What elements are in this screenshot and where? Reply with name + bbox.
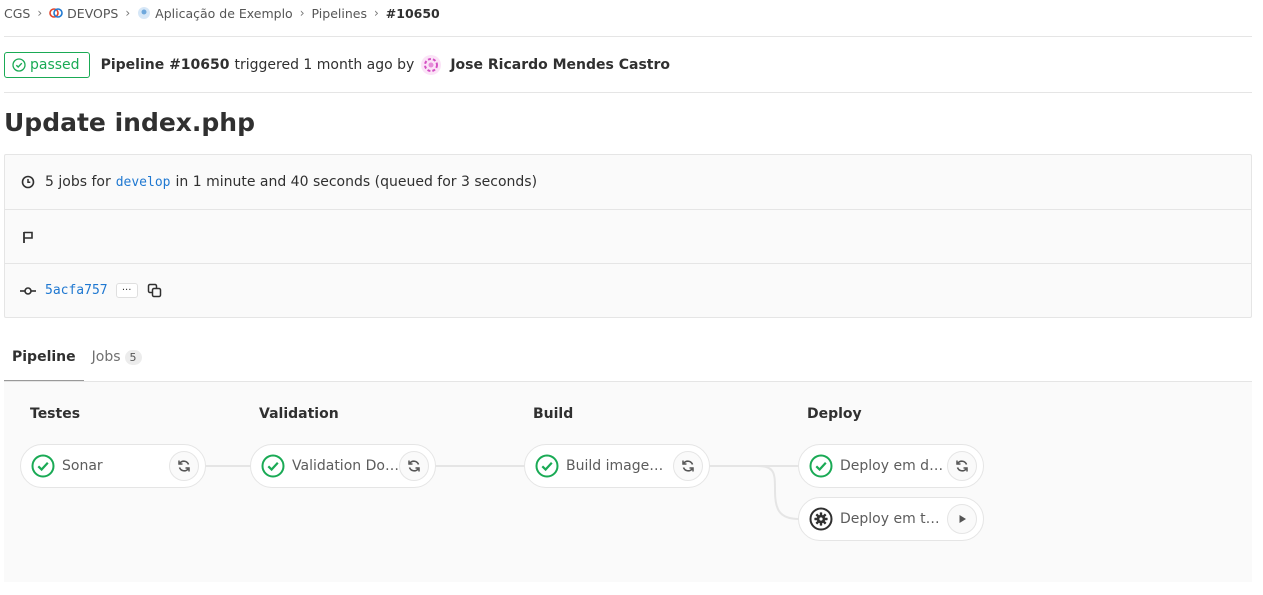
jobs-suffix: in 1 minute and 40 seconds (queued for 3… [175,174,538,190]
chevron-right-icon: › [299,6,305,20]
pipeline-info-box: 5 jobs for develop in 1 minute and 40 se… [4,154,1252,318]
status-success-icon [261,454,285,478]
status-success-icon [12,58,26,72]
flag-icon [20,229,36,245]
chevron-right-icon: › [37,6,43,20]
jobs-duration-row: 5 jobs for develop in 1 minute and 40 se… [5,155,1251,209]
devops-group-icon [49,8,63,18]
retry-icon [956,460,968,472]
status-label: passed [30,57,80,73]
retry-button[interactable] [673,451,703,481]
project-avatar-icon [138,7,151,19]
triggered-text: triggered 1 month ago by [234,57,415,73]
job-build-image[interactable]: Build imagem b... [524,444,710,488]
expand-commit-button[interactable]: ··· [115,283,138,298]
flag-row [5,209,1251,263]
job-validation-docker[interactable]: Validation Dock... [250,444,436,488]
branch-link[interactable]: develop [116,175,171,190]
copy-icon[interactable] [147,283,163,299]
stage-connector [205,465,251,467]
commit-row: 5acfa757 ··· [5,263,1251,317]
divider [4,92,1252,93]
author-link[interactable]: Jose Ricardo Mendes Castro [450,57,670,73]
retry-button[interactable] [947,451,977,481]
stage-title-build: Build [533,406,574,422]
job-sonar[interactable]: Sonar [20,444,206,488]
job-name: Validation Dock... [292,458,400,474]
breadcrumb-project-label: Aplicação de Exemplo [155,5,293,21]
pipeline-id: Pipeline #10650 [100,57,230,73]
jobs-count-badge: 5 [124,349,142,365]
job-name: Deploy em teste... [840,511,948,527]
job-deploy-dev[interactable]: Deploy em dese... [798,444,984,488]
play-icon [959,515,966,523]
breadcrumb-devops-label: DEVOPS [67,5,119,21]
status-success-icon [31,454,55,478]
status-manual-gear-icon [809,507,833,531]
chevron-right-icon: › [373,6,379,20]
pipeline-graph: Testes Validation Build Deploy Sonar Val… [4,381,1252,582]
divider [4,36,1252,37]
breadcrumb: CGS › DEVOPS › Aplicação de Exemplo › Pi… [4,4,440,22]
retry-icon [178,460,190,472]
retry-icon [682,460,694,472]
page-title: Update index.php [4,108,256,137]
tab-pipeline[interactable]: Pipeline [4,332,84,382]
stage-title-validation: Validation [259,406,339,422]
job-name: Sonar [62,458,103,474]
clock-icon [20,174,36,190]
breadcrumb-pipelines[interactable]: Pipelines [312,6,367,21]
tab-pipeline-label: Pipeline [12,349,76,365]
job-deploy-test[interactable]: Deploy em teste... [798,497,984,541]
play-button[interactable] [947,504,977,534]
job-name: Deploy em dese... [840,458,948,474]
breadcrumb-current[interactable]: #10650 [386,6,440,21]
pipeline-header: passed Pipeline #10650 triggered 1 month… [4,52,670,78]
breadcrumb-devops[interactable]: DEVOPS [49,6,118,21]
pipeline-tabs: Pipeline Jobs 5 [4,332,150,382]
tab-jobs-label: Jobs [91,349,121,365]
retry-icon [408,460,420,472]
chevron-right-icon: › [125,6,131,20]
commit-icon [20,283,36,299]
status-badge[interactable]: passed [4,52,90,78]
commit-sha-link[interactable]: 5acfa757 [45,283,108,298]
tab-jobs[interactable]: Jobs 5 [84,332,150,382]
retry-button[interactable] [399,451,429,481]
avatar[interactable] [420,54,442,76]
stage-title-deploy: Deploy [807,406,862,422]
retry-button[interactable] [169,451,199,481]
job-name: Build imagem b... [566,458,674,474]
breadcrumb-cgs[interactable]: CGS [4,6,30,21]
breadcrumb-project[interactable]: Aplicação de Exemplo [137,6,293,21]
stage-connector [435,465,525,467]
status-success-icon [535,454,559,478]
stage-title-testes: Testes [30,406,81,422]
pipeline-summary: Pipeline #10650 triggered 1 month ago by… [101,54,670,76]
status-success-icon [809,454,833,478]
jobs-prefix: 5 jobs for [45,174,111,190]
stage-connector [709,465,800,520]
